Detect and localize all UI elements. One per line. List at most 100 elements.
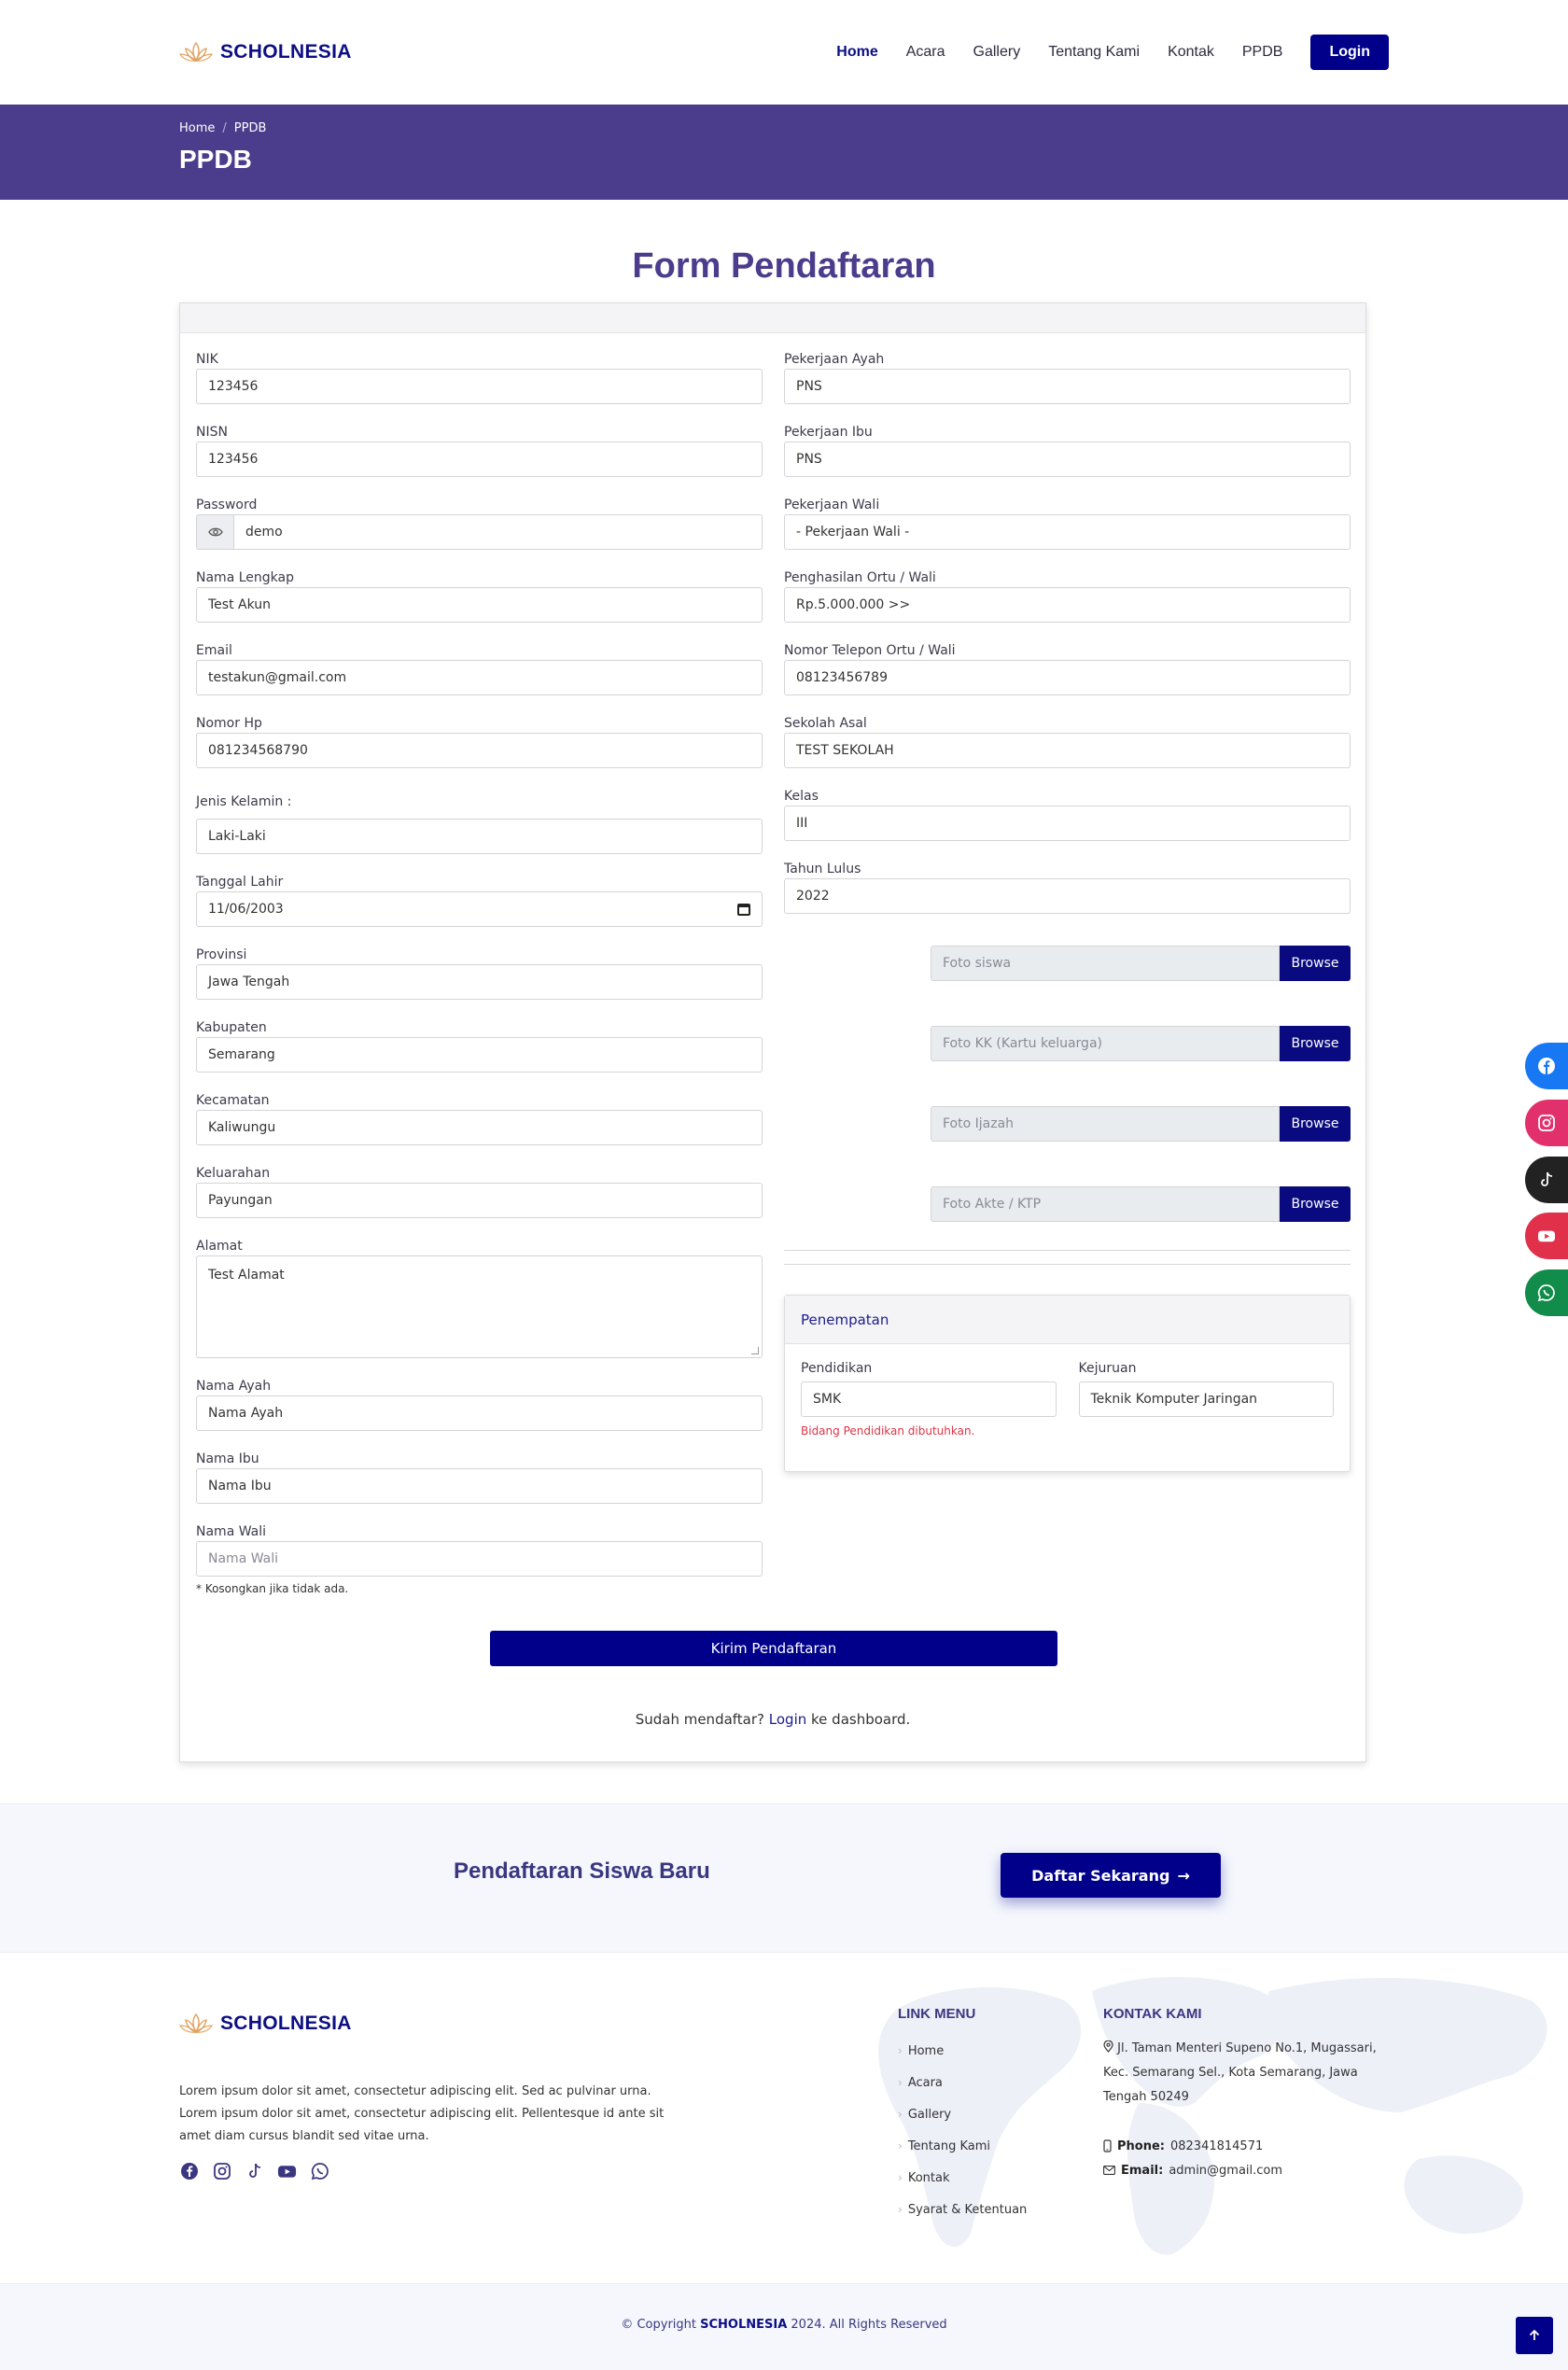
pekerjaan-wali-select[interactable]: - Pekerjaan Wali -	[784, 514, 1351, 550]
email-input[interactable]: testakun@gmail.com	[196, 660, 763, 695]
kelas-field: Kelas III	[784, 787, 1351, 860]
youtube-icon	[1538, 1230, 1555, 1242]
nama-ayah-input[interactable]: Nama Ayah	[196, 1395, 763, 1431]
foto-siswa-input[interactable]: Foto siswa	[931, 946, 1280, 981]
sekolah-asal-label: Sekolah Asal	[784, 716, 867, 731]
pekerjaan-ibu-field: Pekerjaan Ibu PNS	[784, 423, 1351, 496]
pekerjaan-ibu-label: Pekerjaan Ibu	[784, 425, 873, 440]
nama-ibu-input[interactable]: Nama Ibu	[196, 1468, 763, 1504]
pendidikan-error: Bidang Pendidikan dibutuhkan.	[801, 1424, 975, 1437]
cta-section: Pendaftaran Siswa Baru Daftar Sekarang →	[0, 1803, 1568, 1953]
telepon-ortu-input[interactable]: 08123456789	[784, 660, 1351, 695]
sekolah-asal-input[interactable]: TEST SEKOLAH	[784, 733, 1351, 768]
browse-foto-kk-button[interactable]: Browse	[1280, 1026, 1351, 1061]
login-button[interactable]: Login	[1310, 35, 1389, 70]
footer-link-label: Home	[907, 2043, 945, 2058]
browse-foto-akte-button[interactable]: Browse	[1280, 1186, 1351, 1222]
tiktok-icon[interactable]	[245, 2161, 264, 2181]
brand-logo[interactable]: SCHOLNESIA	[179, 40, 352, 64]
nomor-hp-field: Nomor Hp 081234568790	[196, 714, 763, 792]
pekerjaan-ibu-select[interactable]: PNS	[784, 442, 1351, 477]
foto-kk-input[interactable]: Foto KK (Kartu keluarga)	[931, 1026, 1280, 1061]
breadcrumb-current: PPDB	[233, 121, 267, 135]
facebook-icon[interactable]	[179, 2161, 199, 2181]
login-link[interactable]: Login	[769, 1711, 806, 1728]
whatsapp-icon[interactable]	[310, 2161, 329, 2181]
footer-link-kontak[interactable]: › Kontak	[898, 2162, 1027, 2194]
kabupaten-field: Kabupaten Semarang	[196, 1018, 763, 1091]
phone-value[interactable]: 082341814571	[1170, 2139, 1263, 2153]
link-menu-title: LINK MENU	[898, 2006, 976, 2022]
tanggal-lahir-input[interactable]: 11/06/2003	[196, 891, 763, 927]
nav-home[interactable]: Home	[836, 44, 877, 61]
pekerjaan-ayah-select[interactable]: PNS	[784, 369, 1351, 404]
nik-field: NIK 123456	[196, 350, 763, 423]
facebook-icon	[1538, 1058, 1555, 1074]
kejuruan-label: Kejuruan	[1078, 1361, 1137, 1376]
nav-ppdb[interactable]: PPDB	[1242, 44, 1283, 61]
alamat-label: Alamat	[196, 1239, 243, 1254]
float-tiktok-button[interactable]	[1525, 1157, 1568, 1203]
foto-ijazah-input[interactable]: Foto Ijazah	[931, 1106, 1280, 1142]
provinsi-select[interactable]: Jawa Tengah	[196, 964, 763, 1000]
instagram-icon[interactable]	[212, 2161, 231, 2181]
nav-acara[interactable]: Acara	[906, 44, 945, 61]
footer-contact: KONTAK KAMI Jl. Taman Menteri Supeno No.…	[1103, 2006, 1402, 2182]
breadcrumb-home[interactable]: Home	[179, 121, 215, 135]
footer-social-links	[179, 2161, 329, 2181]
breadcrumb-separator: /	[222, 121, 227, 135]
footer-link-gallery[interactable]: › Gallery	[898, 2098, 1027, 2130]
float-whatsapp-button[interactable]	[1525, 1269, 1568, 1316]
nama-wali-input[interactable]: Nama Wali	[196, 1541, 763, 1577]
nomor-hp-input[interactable]: 081234568790	[196, 733, 763, 768]
navbar: SCHOLNESIA Home Acara Gallery Tentang Ka…	[0, 0, 1568, 105]
jenis-kelamin-select[interactable]: Laki-Laki	[196, 819, 763, 854]
footer-brand-name: SCHOLNESIA	[220, 2012, 352, 2034]
password-input[interactable]: demo	[233, 514, 763, 550]
youtube-icon[interactable]	[277, 2161, 297, 2181]
float-facebook-button[interactable]	[1525, 1043, 1568, 1089]
daftar-sekarang-button[interactable]: Daftar Sekarang →	[1001, 1853, 1221, 1898]
phone-label: Phone:	[1117, 2139, 1165, 2153]
kelas-select[interactable]: III	[784, 806, 1351, 841]
nisn-input[interactable]: 123456	[196, 442, 763, 477]
login-note-before: Sudah mendaftar?	[635, 1711, 769, 1728]
footer-link-syarat[interactable]: › Syarat & Ketentuan	[898, 2194, 1027, 2225]
nik-input[interactable]: 123456	[196, 369, 763, 404]
kelurahan-select[interactable]: Payungan	[196, 1183, 763, 1218]
nama-lengkap-input[interactable]: Test Akun	[196, 587, 763, 623]
foto-kk-upload: Foto KK (Kartu keluarga) Browse	[784, 1026, 1351, 1106]
nav-tentang-kami[interactable]: Tentang Kami	[1048, 44, 1140, 61]
footer-link-acara[interactable]: › Acara	[898, 2067, 1027, 2098]
calendar-icon[interactable]	[737, 903, 750, 916]
submit-registration-button[interactable]: Kirim Pendaftaran	[490, 1631, 1057, 1666]
float-youtube-button[interactable]	[1525, 1213, 1568, 1259]
provinsi-field: Provinsi Jawa Tengah	[196, 946, 763, 1018]
pendidikan-select[interactable]: SMK	[801, 1381, 1057, 1417]
back-to-top-button[interactable]	[1516, 2317, 1553, 2354]
browse-foto-ijazah-button[interactable]: Browse	[1280, 1106, 1351, 1142]
alamat-textarea[interactable]: Test Alamat	[196, 1255, 763, 1358]
kejuruan-select[interactable]: Teknik Komputer Jaringan	[1078, 1381, 1334, 1417]
instagram-icon	[1538, 1115, 1555, 1131]
footer-brand-logo[interactable]: SCHOLNESIA	[179, 2012, 352, 2036]
tahun-lulus-input[interactable]: 2022	[784, 878, 1351, 914]
foto-akte-input[interactable]: Foto Akte / KTP	[931, 1186, 1280, 1222]
nav-gallery[interactable]: Gallery	[973, 44, 1021, 61]
penghasilan-select[interactable]: Rp.5.000.000 >>	[784, 587, 1351, 623]
sekolah-asal-field: Sekolah Asal TEST SEKOLAH	[784, 714, 1351, 787]
tanggal-lahir-field: Tanggal Lahir 11/06/2003	[196, 873, 763, 946]
chevron-right-icon: ›	[898, 2139, 903, 2153]
footer-link-home[interactable]: › Home	[898, 2035, 1027, 2067]
toggle-password-button[interactable]	[196, 514, 233, 550]
resize-handle[interactable]	[751, 1347, 759, 1354]
float-instagram-button[interactable]	[1525, 1100, 1568, 1146]
footer-link-tentang-kami[interactable]: › Tentang Kami	[898, 2130, 1027, 2162]
nav-kontak[interactable]: Kontak	[1168, 44, 1214, 61]
copyright-after: 2024. All Rights Reserved	[787, 2318, 947, 2332]
email-value[interactable]: admin@gmail.com	[1169, 2164, 1282, 2178]
kejuruan-field: Kejuruan Teknik Komputer Jaringan	[1078, 1361, 1334, 1437]
browse-foto-siswa-button[interactable]: Browse	[1280, 946, 1351, 981]
kecamatan-select[interactable]: Kaliwungu	[196, 1110, 763, 1145]
kabupaten-select[interactable]: Semarang	[196, 1037, 763, 1073]
